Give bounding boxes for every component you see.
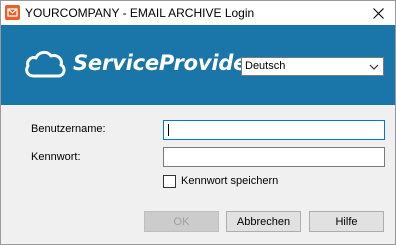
brand-banner: ServiceProvider Deutsch — [1, 25, 395, 105]
chevron-down-icon — [369, 64, 379, 70]
title-bar: YOURCOMPANY - EMAIL ARCHIVE Login — [1, 1, 395, 25]
cancel-button[interactable]: Abbrechen — [226, 211, 301, 232]
language-select[interactable]: Deutsch — [241, 57, 384, 76]
cloud-icon — [25, 50, 66, 78]
brand-logo-text: ServiceProvider — [73, 51, 258, 75]
text-caret — [168, 124, 169, 136]
username-label: Benutzername: — [31, 123, 106, 135]
help-button[interactable]: Hilfe — [309, 211, 384, 232]
password-label: Kennwort: — [31, 151, 81, 163]
password-input[interactable] — [163, 147, 385, 167]
remember-password-checkbox[interactable] — [163, 175, 176, 188]
ok-button[interactable]: OK — [144, 211, 219, 232]
username-input[interactable] — [163, 120, 385, 140]
remember-password-label[interactable]: Kennwort speichern — [181, 175, 278, 187]
login-dialog: YOURCOMPANY - EMAIL ARCHIVE Login Servic… — [0, 0, 396, 245]
language-select-value: Deutsch — [245, 60, 286, 72]
close-button[interactable] — [361, 1, 395, 25]
app-icon — [5, 5, 20, 20]
window-title: YOURCOMPANY - EMAIL ARCHIVE Login — [25, 6, 255, 20]
close-icon — [372, 7, 384, 19]
